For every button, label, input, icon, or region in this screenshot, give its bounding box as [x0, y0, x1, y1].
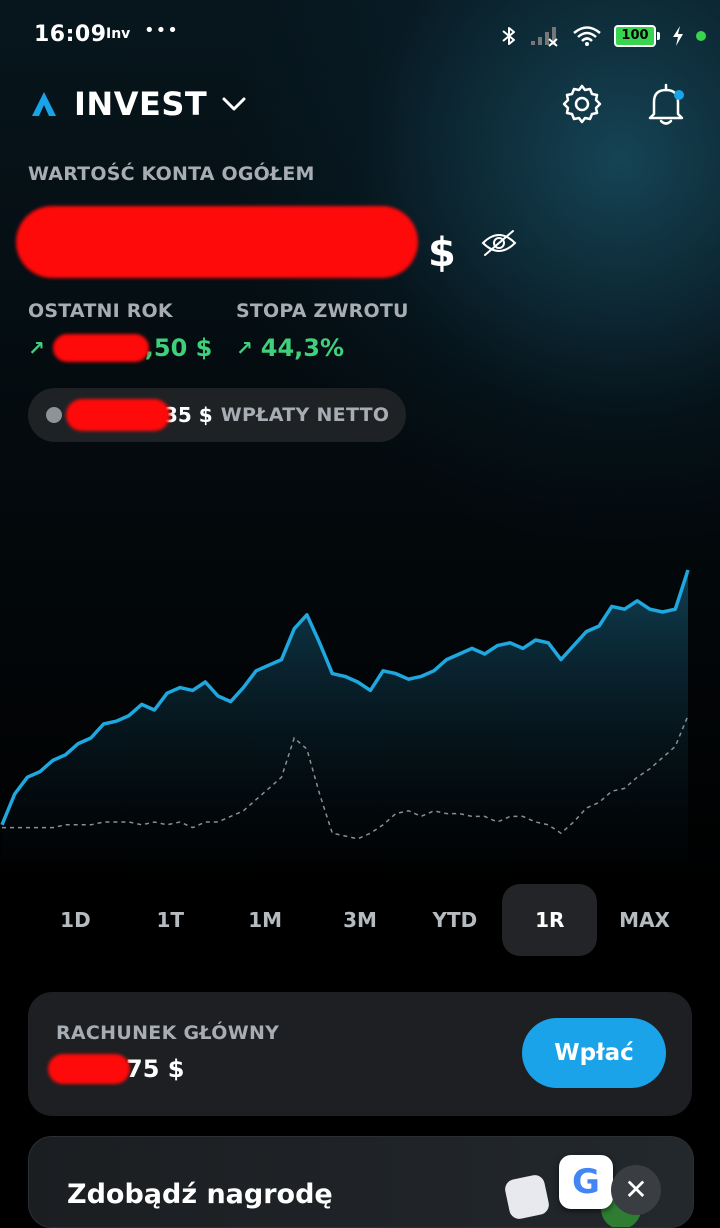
- gear-icon[interactable]: [560, 82, 604, 126]
- period-1m[interactable]: 1M: [218, 884, 313, 956]
- brand-logo-icon: [32, 92, 56, 116]
- redacted-last-year: [52, 334, 149, 362]
- chevron-down-icon[interactable]: [221, 91, 247, 117]
- return-rate-label: STOPA ZWROTU: [236, 300, 409, 322]
- last-year-stat: OSTATNI ROK ↗ ,50 $: [28, 300, 212, 362]
- return-rate-value: ↗ 44,3%: [236, 334, 409, 362]
- account-value-label: WARTOŚĆ KONTA OGÓŁEM: [28, 163, 315, 185]
- battery-level: 100: [614, 25, 656, 47]
- period-max[interactable]: MAX: [597, 884, 692, 956]
- period-selector: 1D 1T 1M 3M YTD 1R MAX: [28, 884, 692, 956]
- period-1r[interactable]: 1R: [502, 884, 598, 956]
- net-deposits-label: WPŁATY NETTO: [220, 404, 390, 426]
- last-year-value-text: ,50 $: [144, 334, 213, 362]
- net-deposits-toggle[interactable]: 35 $ WPŁATY NETTO: [28, 388, 406, 442]
- status-app-label: Inv: [106, 26, 131, 42]
- arrow-up-right-icon: ↗: [236, 336, 253, 360]
- brand-name: INVEST: [74, 85, 208, 123]
- promo-title: Zdobądź nagrodę: [67, 1179, 333, 1210]
- redacted-main-account: [48, 1054, 130, 1084]
- arrow-up-right-icon: ↗: [28, 336, 45, 360]
- main-account-card[interactable]: RACHUNEK GŁÓWNY 75 $ Wpłać: [28, 992, 692, 1116]
- portfolio-area: [2, 570, 688, 860]
- signal-icon: [531, 27, 558, 47]
- deposit-button[interactable]: Wpłać: [522, 1018, 666, 1088]
- google-icon: G: [559, 1155, 613, 1209]
- app-header[interactable]: INVEST: [28, 82, 247, 126]
- battery-indicator: 100: [614, 25, 660, 47]
- promo-card[interactable]: Zdobądź nagrodę G ✕: [28, 1136, 694, 1228]
- close-icon[interactable]: ✕: [611, 1165, 661, 1215]
- status-icons: 100: [500, 24, 706, 48]
- balance-currency: $: [428, 230, 456, 276]
- redacted-net-deposits: [66, 399, 170, 431]
- status-time: 16:09: [34, 22, 107, 47]
- return-rate-value-text: 44,3%: [260, 334, 345, 362]
- period-1d[interactable]: 1D: [28, 884, 123, 956]
- main-account-balance: 75 $: [48, 1054, 184, 1084]
- eye-off-icon[interactable]: [480, 228, 518, 258]
- last-year-value: ↗ ,50 $: [28, 334, 212, 362]
- privacy-indicator-dot: [696, 31, 706, 41]
- redacted-balance: [16, 206, 418, 278]
- main-account-value: 75 $: [126, 1055, 185, 1083]
- bell-icon[interactable]: [642, 80, 690, 128]
- battery-nub: [657, 32, 660, 40]
- account-balance: $: [16, 206, 456, 278]
- wifi-icon: [573, 26, 601, 46]
- performance-chart[interactable]: [0, 560, 720, 860]
- status-more-icon: •••: [144, 20, 179, 41]
- return-rate-stat: STOPA ZWROTU ↗ 44,3%: [236, 300, 409, 362]
- last-year-label: OSTATNI ROK: [28, 300, 173, 322]
- net-deposits-legend-dot: [46, 407, 62, 423]
- period-3m[interactable]: 3M: [313, 884, 408, 956]
- main-account-label: RACHUNEK GŁÓWNY: [56, 1022, 280, 1044]
- bluetooth-icon: [502, 27, 515, 45]
- charging-icon: [673, 26, 683, 46]
- app-icon: [503, 1173, 551, 1221]
- period-1t[interactable]: 1T: [123, 884, 218, 956]
- period-ytd[interactable]: YTD: [407, 884, 502, 956]
- net-deposits-value: 35 $: [164, 403, 213, 427]
- status-bar: 16:09 Inv ••• 100: [0, 0, 720, 72]
